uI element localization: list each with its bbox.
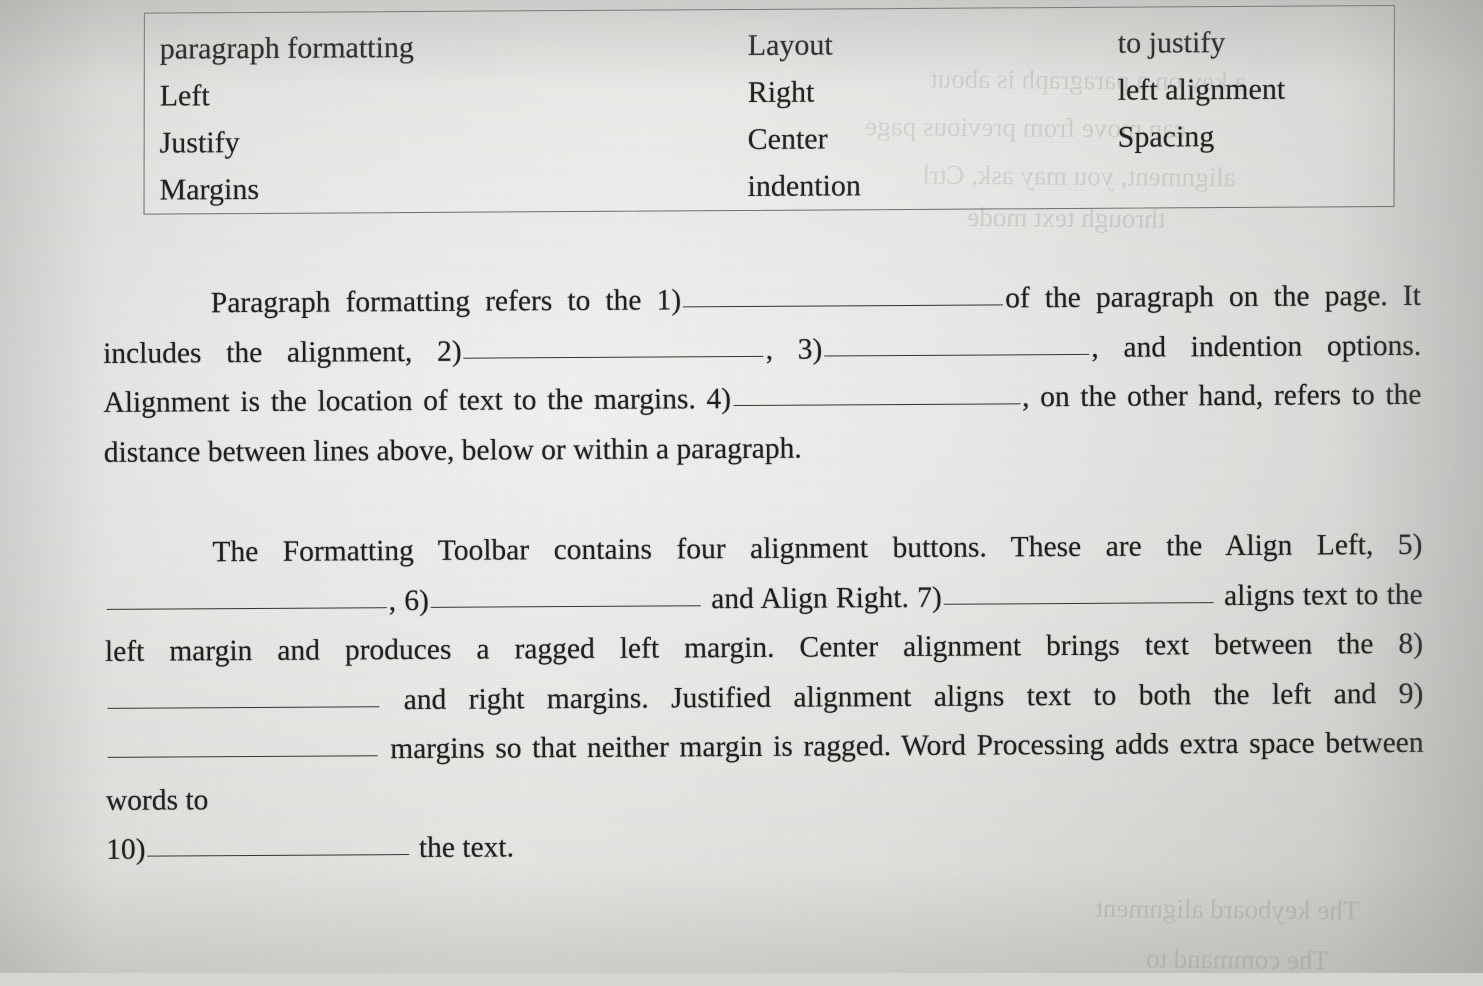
blank-1[interactable] [683, 277, 1004, 308]
paragraph-1-text-a: Paragraph formatting refers to the 1) [210, 284, 682, 320]
blank-5[interactable] [106, 579, 387, 610]
paragraph-2: The Formatting Toolbar contains four ali… [104, 521, 1424, 876]
paragraph-2-text-a: The Formatting Toolbar contains four ali… [212, 528, 1423, 569]
word-bank-row: Left Right left alignment [145, 65, 1394, 120]
word-bank-item[interactable]: indention [748, 161, 1118, 210]
paragraph-2-text-i: the text. [418, 831, 515, 864]
first-line-indent [104, 561, 212, 562]
word-bank-item[interactable]: Spacing [1118, 112, 1394, 161]
word-bank-item[interactable]: Center [748, 114, 1118, 163]
paragraph-2-last-line: 10) the text. [106, 818, 1424, 876]
word-bank-item[interactable]: Justify [145, 116, 748, 167]
word-bank-row: Margins indention [145, 159, 1394, 214]
word-bank-item[interactable]: Margins [145, 163, 748, 214]
word-bank-item[interactable] [1118, 159, 1394, 208]
word-bank: paragraph formatting Layout to justify L… [143, 5, 1395, 215]
blank-6[interactable] [430, 577, 701, 608]
paragraph-2-text-c: and Align Right. 7) [711, 581, 942, 615]
word-bank-item[interactable]: left alignment [1118, 65, 1394, 114]
word-bank-item[interactable]: paragraph formatting [145, 22, 748, 73]
paragraph-2-text-b: , 6) [388, 584, 430, 617]
blank-3[interactable] [824, 326, 1090, 356]
paragraph-2-text-f: and right margins. Justified alignment a… [403, 677, 1424, 716]
word-bank-item[interactable]: to justify [1118, 18, 1394, 67]
paragraph-1: Paragraph formatting refers to the 1) of … [103, 272, 1422, 478]
paragraph-1-text-d: 3) [797, 333, 823, 366]
paragraph-1-text-c: , [765, 333, 774, 366]
blank-10[interactable] [147, 826, 410, 857]
word-bank-item[interactable]: Left [145, 69, 748, 120]
word-bank-row: Justify Center Spacing [145, 112, 1394, 167]
paragraph-2-text-h: 10) [106, 833, 146, 866]
word-bank-row: paragraph formatting Layout to justify [145, 18, 1394, 73]
first-line-indent [103, 312, 211, 313]
blank-4[interactable] [732, 376, 1021, 407]
word-bank-item[interactable]: Right [748, 67, 1118, 116]
blank-2[interactable] [463, 328, 764, 359]
blank-8[interactable] [107, 678, 380, 709]
blank-9[interactable] [107, 728, 378, 758]
word-bank-item[interactable]: Layout [748, 20, 1118, 69]
paragraph-2-text-e: 8) [1398, 627, 1424, 660]
blank-7[interactable] [943, 574, 1214, 605]
